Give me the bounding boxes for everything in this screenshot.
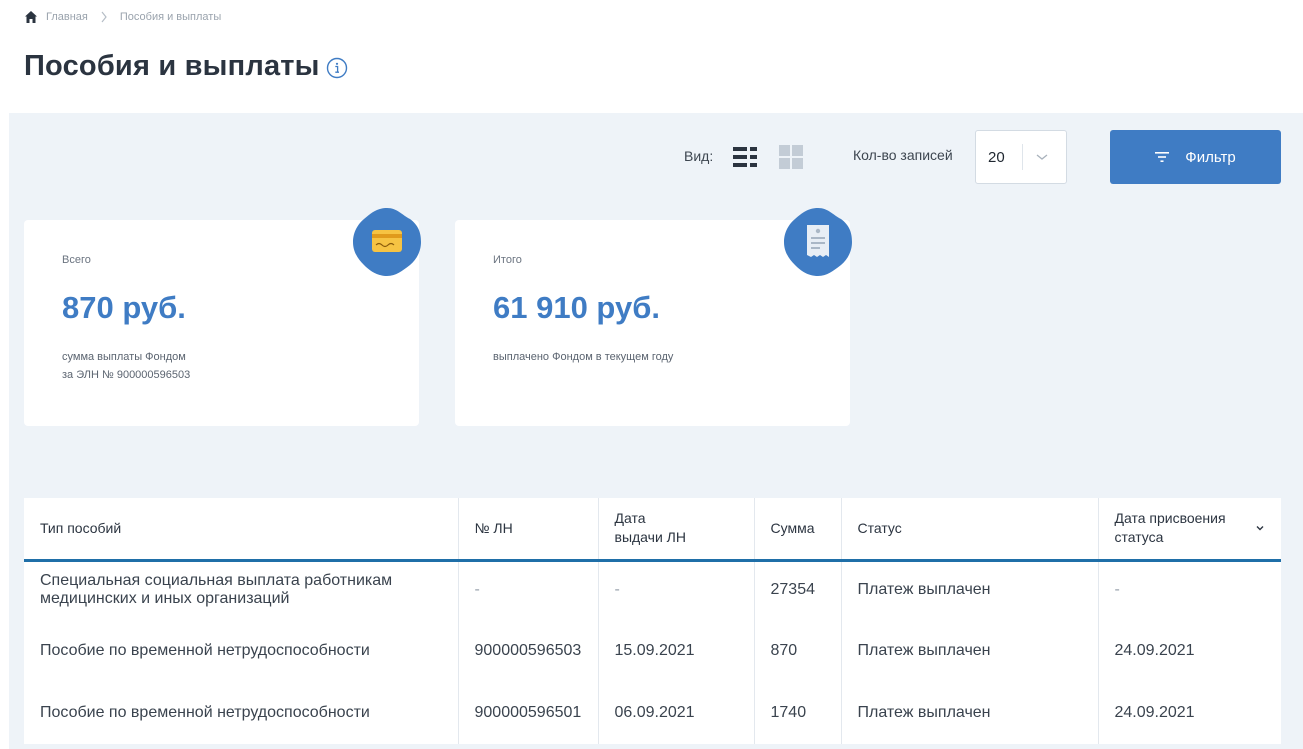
card-amount: 870 руб. [62, 290, 186, 325]
home-icon[interactable] [24, 10, 38, 24]
column-header-line: Дата присвоения [1114, 510, 1226, 527]
cell-status-date: 24.09.2021 [1114, 704, 1195, 721]
cell-ln: 900000596501 [458, 682, 599, 744]
card-description: выплачено Фондом в текущем году [493, 348, 673, 366]
summary-card-year: Итого 61 910 руб. выплачено Фондом в тек… [455, 208, 852, 426]
cell-ln: - [458, 560, 599, 619]
info-icon[interactable] [326, 57, 348, 79]
cell-type: Специальная социальная выплата работника… [24, 560, 459, 619]
cell-type: Пособие по временной нетрудоспособности [24, 619, 459, 682]
column-header-status-date[interactable]: Дата присвоения статуса [1098, 498, 1281, 562]
chevron-right-icon [101, 11, 107, 23]
column-header-type[interactable]: Тип пособий [24, 498, 459, 562]
table-header-row: Тип пособий № ЛН Дата выдачи ЛН Сумма Ст… [24, 498, 1281, 562]
card-description: сумма выплаты Фондом за ЭЛН № 9000005965… [62, 348, 190, 384]
breadcrumb-current: Пособия и выплаты [119, 11, 222, 23]
filter-button[interactable]: Фильтр [1110, 130, 1281, 184]
filter-button-label: Фильтр [1185, 148, 1236, 166]
table-row[interactable]: Пособие по временной нетрудоспособности … [24, 619, 1281, 682]
page-title: Пособия и выплаты [24, 50, 320, 82]
column-header-status[interactable]: Статус [841, 498, 1099, 562]
card-label: Всего [62, 254, 91, 266]
breadcrumb-home-link[interactable]: Главная [46, 11, 88, 23]
cell-sum: 870 [754, 619, 842, 682]
summary-card-total: Всего 870 руб. сумма выплаты Фондом за Э… [24, 208, 421, 426]
cell-type: Пособие по временной нетрудоспособности [24, 682, 459, 744]
filter-icon [1155, 152, 1170, 162]
sort-chevron-down-icon[interactable] [1255, 524, 1265, 532]
card-description-line: сумма выплаты Фондом [62, 351, 186, 363]
cell-line: Специальная социальная выплата работника… [40, 572, 393, 590]
table-row[interactable]: Специальная социальная выплата работника… [24, 560, 1281, 619]
cell-status: Платеж выплачен [841, 560, 1099, 619]
card-amount: 61 910 руб. [493, 290, 660, 325]
cell-date-issue: - [598, 560, 755, 619]
column-header-line: выдачи ЛН [614, 529, 686, 546]
cell-sum: 1740 [754, 682, 842, 744]
column-header-line: Дата [614, 510, 646, 527]
cell-status: Платеж выплачен [841, 619, 1099, 682]
chevron-down-icon[interactable] [1035, 152, 1049, 162]
breadcrumb: Главная Пособия и выплаты [24, 10, 221, 24]
cell-line: медицинских и иных организаций [40, 590, 290, 608]
table-row[interactable]: Пособие по временной нетрудоспособности … [24, 682, 1281, 744]
card-description-line: за ЭЛН № 900000596503 [62, 369, 191, 381]
list-view-icon[interactable] [731, 144, 759, 170]
receipt-icon [784, 208, 852, 276]
page-title-row: Пособия и выплаты [24, 50, 348, 83]
credit-card-icon [353, 208, 421, 276]
cell-ln: 900000596503 [458, 619, 599, 682]
column-header-date-issue[interactable]: Дата выдачи ЛН [598, 498, 755, 562]
cell-date-issue: 15.09.2021 [598, 619, 755, 682]
records-count-value: 20 [988, 148, 1005, 166]
column-header-ln[interactable]: № ЛН [458, 498, 599, 562]
column-header-sum[interactable]: Сумма [754, 498, 842, 562]
cell-status-date: 24.09.2021 [1114, 641, 1195, 659]
column-header-line: статуса [1114, 529, 1164, 546]
select-divider [1022, 144, 1023, 170]
cell-sum: 27354 [754, 560, 842, 619]
toolbar: Вид: Кол-во записей 20 Фильтр [0, 130, 1303, 186]
grid-view-icon[interactable] [778, 144, 804, 170]
cell-status-date: - [1114, 581, 1120, 599]
card-label: Итого [493, 254, 522, 266]
records-count-select[interactable]: 20 [975, 130, 1067, 184]
cell-status: Платеж выплачен [841, 682, 1099, 744]
view-label: Вид: [684, 148, 714, 164]
cell-date-issue: 06.09.2021 [598, 682, 755, 744]
records-count-label: Кол-во записей [853, 147, 953, 163]
benefits-table: Тип пособий № ЛН Дата выдачи ЛН Сумма Ст… [24, 498, 1281, 744]
card-description-line: выплачено Фондом в текущем году [493, 351, 674, 363]
